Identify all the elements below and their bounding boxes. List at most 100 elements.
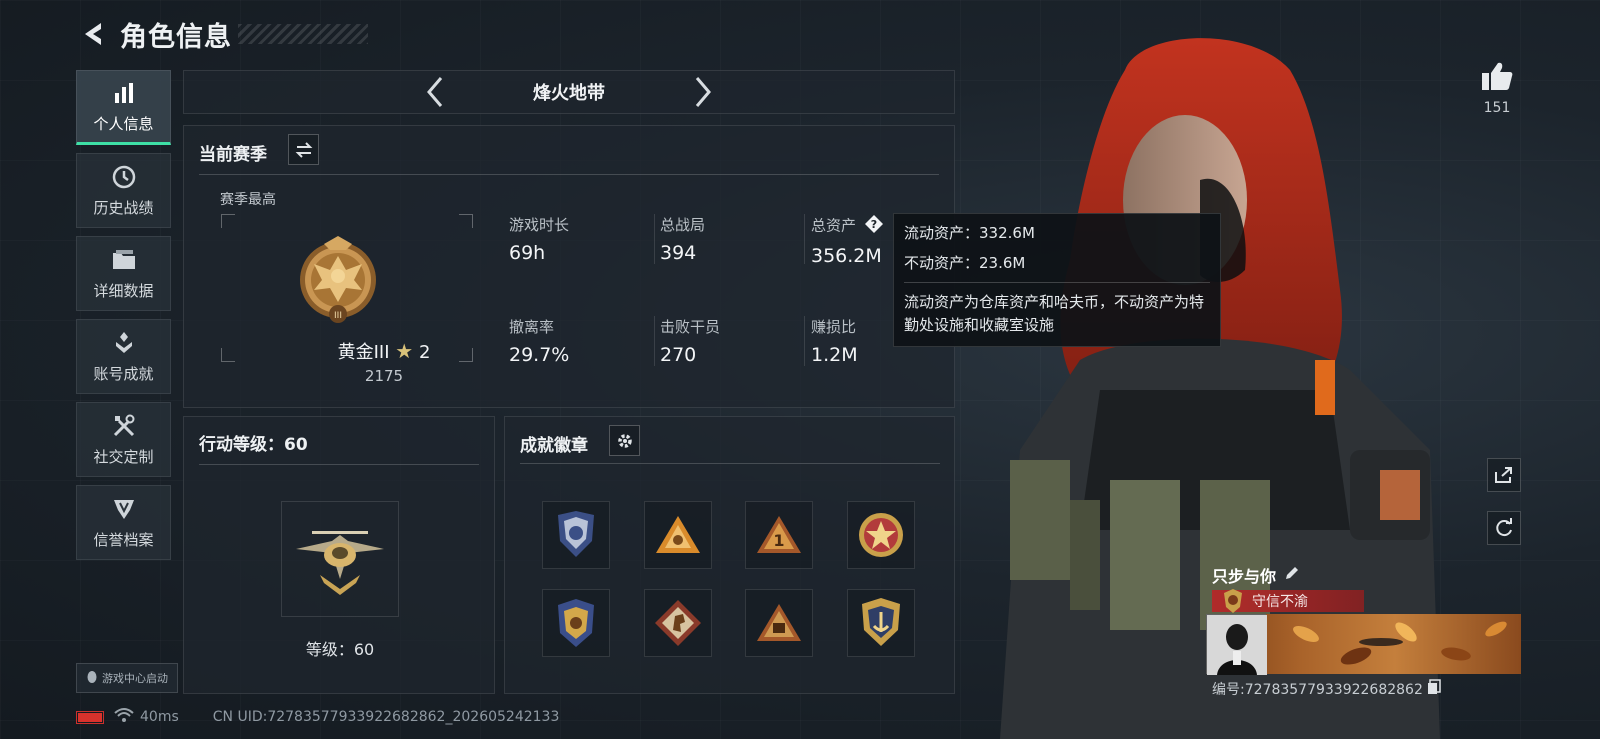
sidebar-item-credit[interactable]: 信誉档案 xyxy=(76,485,171,560)
chevron-right-icon xyxy=(695,77,711,107)
sidebar-item-label: 历史战绩 xyxy=(93,199,154,217)
stat-value: 1.2M xyxy=(811,344,858,366)
tooltip-fixed-assets: 不动资产：23.6M xyxy=(904,254,1026,272)
divider xyxy=(904,282,1210,283)
orange-triangle-badge-icon xyxy=(656,516,700,553)
svg-text:1: 1 xyxy=(773,531,784,550)
game-center-launch-button[interactable]: 游戏中心启动 xyxy=(76,663,178,693)
tooltip-description: 流动资产为仓库资产和哈夫币，不动资产为特勤处设施和收藏室设施 xyxy=(904,293,1205,334)
edit-name-button[interactable] xyxy=(1284,565,1300,585)
badge-horse-diamond[interactable] xyxy=(644,589,712,657)
share-button[interactable] xyxy=(1487,458,1521,492)
refresh-button[interactable] xyxy=(1487,511,1521,545)
stat-value: 69h xyxy=(509,242,546,264)
like-count: 151 xyxy=(1483,100,1511,116)
avatar[interactable] xyxy=(1206,614,1267,675)
mode-selector: 烽火地带 xyxy=(183,70,955,114)
gear-icon xyxy=(617,433,632,448)
folder-icon xyxy=(110,246,138,274)
stat-total-assets: 总资产 ? 356.2M xyxy=(811,214,884,267)
divider xyxy=(199,464,479,465)
player-name-row: 只步与你 xyxy=(1212,563,1300,587)
player-id: 编号:72783577933922682862 xyxy=(1212,682,1423,698)
sidebar-item-personal-info[interactable]: 个人信息 xyxy=(76,70,171,145)
back-button[interactable] xyxy=(76,17,108,51)
star-medal-badge-icon xyxy=(859,513,903,557)
battery-icon xyxy=(76,710,104,724)
next-mode-button[interactable] xyxy=(689,74,717,110)
frame-corner xyxy=(221,348,235,362)
stat-label: 总战局 xyxy=(660,216,706,234)
blue-shield-badge-icon xyxy=(558,511,594,557)
season-best-label: 赛季最高 xyxy=(220,192,276,208)
sidebar-item-details[interactable]: 详细数据 xyxy=(76,236,171,311)
level-value: 等级：60 xyxy=(305,640,375,659)
prev-mode-button[interactable] xyxy=(421,74,449,110)
badge-blue-shield[interactable] xyxy=(542,501,610,569)
stat-label: 游戏时长 xyxy=(509,216,570,234)
action-level-panel: 行动等级：60 等级：60 xyxy=(183,416,495,694)
badge-star-medal[interactable] xyxy=(847,501,915,569)
ping-value: 40ms xyxy=(140,709,179,725)
eagle-crest-badge-icon xyxy=(558,599,594,647)
shield-icon xyxy=(110,495,138,523)
svg-text:?: ? xyxy=(871,218,877,231)
help-icon[interactable]: ? xyxy=(864,214,884,238)
player-title-tag: 守信不渝 xyxy=(1212,589,1364,613)
sidebar-item-label: 信誉档案 xyxy=(93,531,154,549)
rank-name: 黄金III xyxy=(337,342,390,363)
uid-text: CN UID:72783577933922682862_202605242133 xyxy=(212,709,560,725)
number-one-badge-icon: 1 xyxy=(757,516,801,553)
stat-profit-ratio: 赚损比 1.2M xyxy=(811,316,858,366)
rank-display: 黄金III ★ 2 xyxy=(289,338,479,364)
sidebar-item-social[interactable]: 社交定制 xyxy=(76,402,171,477)
header: 角色信息 xyxy=(76,14,368,54)
divider xyxy=(654,316,655,366)
divider xyxy=(199,174,939,175)
page-title: 角色信息 xyxy=(120,21,232,53)
sidebar-item-label: 社交定制 xyxy=(93,448,154,466)
badge-number-one[interactable]: 1 xyxy=(745,501,813,569)
badge-anchor-crest[interactable] xyxy=(847,589,915,657)
stat-value: 29.7% xyxy=(509,344,570,366)
badge-eagle-crest[interactable] xyxy=(542,589,610,657)
tooltip-liquid-assets: 流动资产：332.6M xyxy=(904,224,1035,242)
copy-id-button[interactable] xyxy=(1427,679,1441,699)
player-id-row: 编号:72783577933922682862 xyxy=(1212,679,1441,699)
badges-title: 成就徽章 xyxy=(520,436,588,456)
stat-label: 总资产 ? xyxy=(811,214,884,238)
badge-orange-triangle[interactable] xyxy=(644,501,712,569)
badge-skull-triangle[interactable] xyxy=(745,589,813,657)
divider xyxy=(804,316,805,366)
stat-label: 撤离率 xyxy=(509,318,555,336)
action-level-title: 行动等级：60 xyxy=(199,435,308,455)
launch-label: 游戏中心启动 xyxy=(102,672,168,685)
share-icon xyxy=(1495,467,1512,483)
achievement-badges-panel: 成就徽章 1 xyxy=(504,416,955,694)
stat-play-time: 游戏时长 69h xyxy=(509,214,569,264)
svg-text:III: III xyxy=(334,311,342,321)
season-title: 当前赛季 xyxy=(199,145,267,165)
sidebar-item-history[interactable]: 历史战绩 xyxy=(76,153,171,228)
badge-settings-button[interactable] xyxy=(609,425,640,456)
sidebar-item-label: 详细数据 xyxy=(93,282,154,300)
assets-tooltip: 流动资产：332.6M 不动资产：23.6M 流动资产为仓库资产和哈夫币，不动资… xyxy=(893,213,1221,347)
sidebar-item-achievements[interactable]: 账号成就 xyxy=(76,319,171,394)
sidebar: 个人信息 历史战绩 详细数据 账号成就 社交定制 信誉档案 xyxy=(76,70,171,568)
chevron-left-icon xyxy=(427,77,443,107)
refresh-icon xyxy=(1496,518,1512,537)
title-decoration xyxy=(238,24,368,44)
like-button[interactable]: 151 xyxy=(1475,60,1519,116)
stat-label: 赚损比 xyxy=(811,318,857,336)
stat-value: 356.2M xyxy=(811,245,882,267)
frame-corner xyxy=(459,214,473,228)
sidebar-item-label: 账号成就 xyxy=(93,365,154,383)
level-emblem[interactable] xyxy=(281,501,399,617)
stat-extraction-rate: 撤离率 29.7% xyxy=(509,316,569,366)
mode-name: 烽火地带 xyxy=(533,83,605,104)
stat-total-matches: 总战局 394 xyxy=(660,214,705,264)
pencil-icon xyxy=(1286,567,1299,579)
switch-season-button[interactable] xyxy=(288,134,319,165)
swap-icon xyxy=(295,141,312,158)
divider xyxy=(654,214,655,264)
